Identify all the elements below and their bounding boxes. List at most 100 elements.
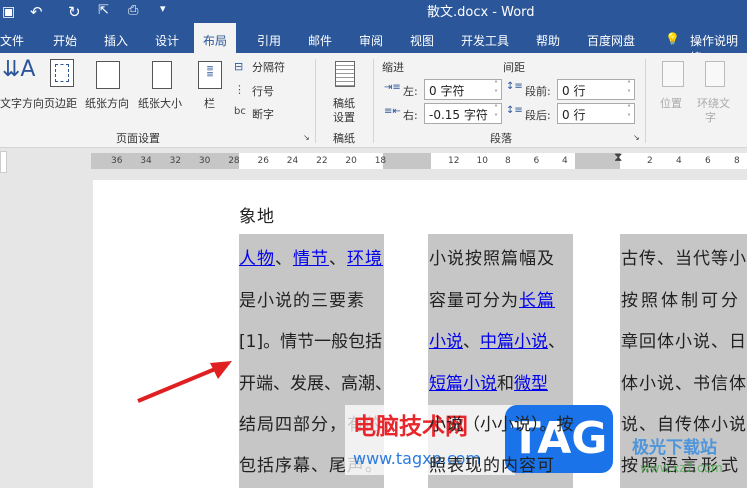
red-arrow-annotation bbox=[137, 361, 232, 403]
ruler-left: 36 bbox=[111, 156, 123, 166]
title-bar: ▣ ↶ ↻ ⇱ ⎙ ▾ 散文.docx - Word bbox=[0, 0, 747, 27]
orientation-icon bbox=[96, 61, 120, 89]
customize-qat-icon[interactable]: ▾ bbox=[160, 2, 166, 15]
spacing-after-label: 段后: bbox=[525, 109, 551, 122]
group-manuscript: 稿纸 bbox=[333, 132, 355, 145]
spacing-before-value: 0 行 bbox=[562, 84, 586, 98]
tab-review[interactable]: 审阅 bbox=[359, 32, 383, 49]
link-characters[interactable]: 人物 bbox=[239, 249, 275, 269]
tab-insert[interactable]: 插入 bbox=[104, 32, 128, 49]
ruler-left: 30 bbox=[198, 156, 211, 166]
spacing-before-input[interactable]: 0 行 ˄ ˅ bbox=[557, 79, 635, 100]
col1-line-1: 人物、情节、环境 bbox=[239, 244, 383, 269]
print-preview-icon[interactable]: ⎙ bbox=[128, 3, 138, 18]
text-direction-button[interactable]: 文字方向 bbox=[0, 95, 44, 111]
position-icon bbox=[662, 61, 684, 87]
margins-button[interactable]: 页边距 bbox=[44, 95, 77, 111]
ribbon-tabs: 文件 开始 插入 设计 布局 引用 邮件 审阅 视图 开发工具 帮助 百度网盘 … bbox=[0, 23, 747, 65]
link-novel-long[interactable]: 长篇 bbox=[519, 291, 555, 311]
cut-off-line bbox=[240, 163, 740, 177]
hyphenation-button[interactable]: 断字 bbox=[252, 106, 274, 122]
tab-home[interactable]: 开始 bbox=[53, 32, 77, 49]
link-novel-long[interactable]: 小说 bbox=[429, 332, 463, 352]
col2-line: 小说、中篇小说、 bbox=[429, 327, 565, 352]
col3-line: 按照体制可分 bbox=[621, 291, 741, 311]
spacing-after-icon: ↕≡ bbox=[506, 105, 523, 116]
dialog-launcher-icon[interactable]: ↘ bbox=[303, 133, 310, 142]
link-short-story[interactable]: 短篇小说 bbox=[429, 374, 497, 394]
spacing-after-input[interactable]: 0 行 ˄ ˅ bbox=[557, 103, 635, 124]
size-icon bbox=[152, 61, 172, 89]
touch-mode-icon[interactable]: ⇱ bbox=[98, 3, 109, 18]
indent-left-icon: ⇥≡ bbox=[384, 82, 401, 93]
spacing-after-value: 0 行 bbox=[562, 108, 586, 122]
col3-line: 章回体小说、日 bbox=[621, 332, 747, 352]
col2-line: 短篇小说和微型 bbox=[429, 369, 548, 394]
breaks-button[interactable]: 分隔符 bbox=[252, 59, 285, 75]
ruler-left: 34 bbox=[140, 156, 152, 166]
line-numbers-icon: ⋮ bbox=[234, 83, 245, 96]
indent-left-input[interactable]: 0 字符 ˄ ˅ bbox=[424, 79, 502, 100]
col2-line: 小说（小小说）。按 bbox=[429, 415, 574, 435]
tab-help[interactable]: 帮助 bbox=[536, 32, 560, 49]
col1-line: [1]。情节一般包括 bbox=[239, 332, 383, 352]
col1-line: 开端、发展、高潮、 bbox=[239, 374, 392, 394]
wrap-text-l2: 字 bbox=[705, 111, 716, 124]
spinner-icon[interactable]: ˄ ˅ bbox=[494, 104, 498, 122]
tab-baidu[interactable]: 百度网盘 bbox=[587, 32, 635, 49]
col3-line: 古传、当代等小 bbox=[621, 249, 747, 269]
col2-line: 小说按照篇幅及 bbox=[429, 249, 555, 269]
indent-left-value: 0 字符 bbox=[429, 84, 465, 98]
tab-mailings[interactable]: 邮件 bbox=[308, 32, 332, 49]
indent-right-input[interactable]: -0.15 字符 ˄ ˅ bbox=[424, 103, 502, 124]
window-title: 散文.docx - Word bbox=[427, 5, 535, 20]
undo-icon[interactable]: ↶ bbox=[30, 3, 43, 21]
save-icon[interactable]: ▣ bbox=[2, 4, 15, 20]
columns-icon: ≡ ≡ bbox=[198, 61, 222, 89]
text-direction-icon: ⇊A bbox=[2, 57, 36, 82]
text: 、 bbox=[463, 332, 480, 352]
ribbon: ⇊A 文字方向 页边距 纸张方向 纸张大小 ≡ ≡ 栏 ⊟ 分隔符 ⋮ 行号 bc… bbox=[0, 53, 747, 148]
link-novella[interactable]: 中篇小说 bbox=[480, 332, 548, 352]
tab-layout[interactable]: 布局 bbox=[194, 23, 237, 53]
tab-references[interactable]: 引用 bbox=[257, 32, 281, 49]
hyphenation-icon: bc bbox=[234, 106, 246, 117]
link-setting[interactable]: 环境 bbox=[347, 249, 383, 269]
wrap-text-icon bbox=[705, 61, 725, 87]
margins-icon bbox=[50, 59, 74, 87]
spacing-heading: 间距 bbox=[503, 61, 525, 74]
spinner-icon[interactable]: ˄ ˅ bbox=[627, 104, 631, 122]
col3-line: 体小说、书信体 bbox=[621, 374, 747, 394]
line-numbers-button[interactable]: 行号 bbox=[252, 83, 274, 99]
spinner-icon[interactable]: ˄ ˅ bbox=[494, 80, 498, 98]
tab-developer[interactable]: 开发工具 bbox=[461, 32, 509, 49]
arrow-shaft bbox=[137, 365, 221, 403]
size-button[interactable]: 纸张大小 bbox=[138, 95, 182, 111]
text: 、 bbox=[548, 332, 565, 352]
ruler-tab-selector[interactable] bbox=[0, 151, 7, 173]
columns-button[interactable]: 栏 bbox=[204, 95, 215, 111]
tab-file[interactable]: 文件 bbox=[0, 32, 24, 49]
text-line: 象地 bbox=[239, 207, 275, 227]
spacing-before-icon: ↕≡ bbox=[506, 81, 523, 92]
ruler-left: 32 bbox=[169, 156, 182, 166]
tab-design[interactable]: 设计 bbox=[155, 32, 179, 49]
text: 、 bbox=[275, 249, 293, 269]
col2-line: 容量可分为长篇 bbox=[429, 286, 555, 311]
manuscript-icon bbox=[335, 61, 355, 87]
lightbulb-icon: 💡 bbox=[665, 32, 680, 46]
tab-view[interactable]: 视图 bbox=[410, 32, 434, 49]
manuscript-setup-l2[interactable]: 设置 bbox=[333, 109, 355, 125]
group-paragraph: 段落 bbox=[490, 132, 512, 145]
dialog-launcher-icon[interactable]: ↘ bbox=[633, 133, 640, 142]
redo-icon[interactable]: ↻ bbox=[68, 3, 81, 21]
spinner-icon[interactable]: ˄ ˅ bbox=[627, 80, 631, 98]
text: 和 bbox=[497, 374, 514, 394]
text: 容量可分为 bbox=[429, 291, 519, 311]
col2-line: 照表现的内容可 bbox=[429, 456, 555, 476]
col3-line: 说、自传体小说 bbox=[621, 415, 747, 435]
orientation-button[interactable]: 纸张方向 bbox=[85, 95, 129, 111]
link-micro-fiction[interactable]: 微型 bbox=[514, 374, 548, 394]
indent-right-icon: ≡⇤ bbox=[384, 106, 401, 117]
link-plot[interactable]: 情节 bbox=[293, 249, 329, 269]
